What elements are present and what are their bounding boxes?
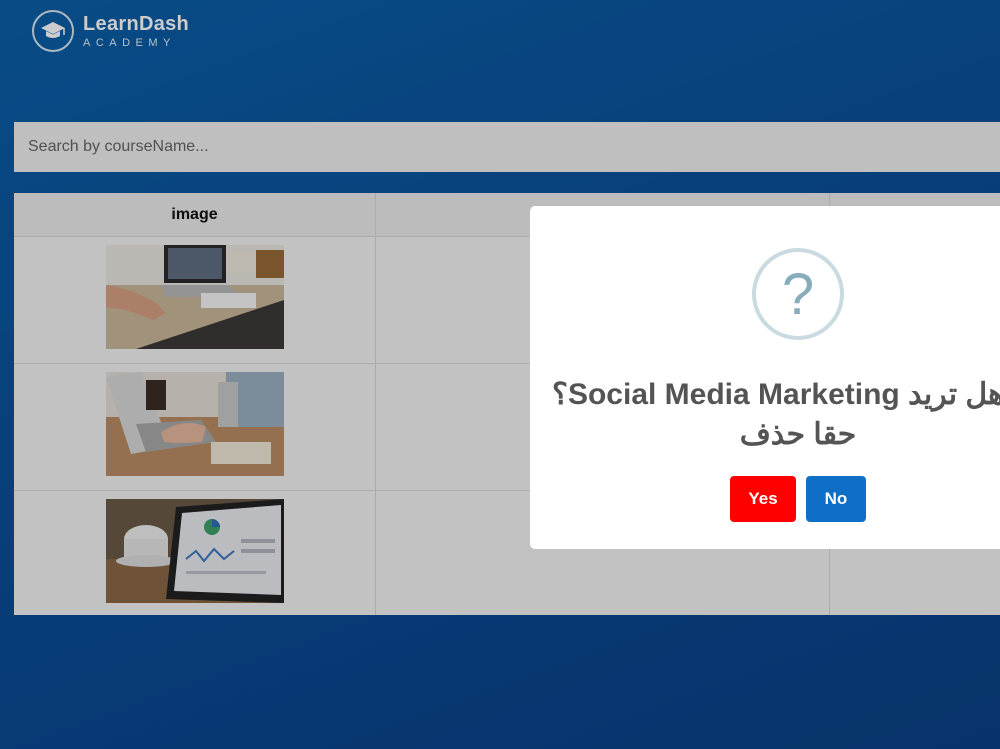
dialog-title: هل تريد Social Media Marketing؟ [552,378,1000,411]
no-button[interactable]: No [806,476,866,522]
dialog-title-line-2: حقا حذف [739,418,857,451]
delete-confirm-dialog: ? هل تريد Social Media Marketing؟ حقا حذ… [530,206,1000,549]
yes-button[interactable]: Yes [730,476,796,522]
question-mark-icon: ? [752,248,844,340]
